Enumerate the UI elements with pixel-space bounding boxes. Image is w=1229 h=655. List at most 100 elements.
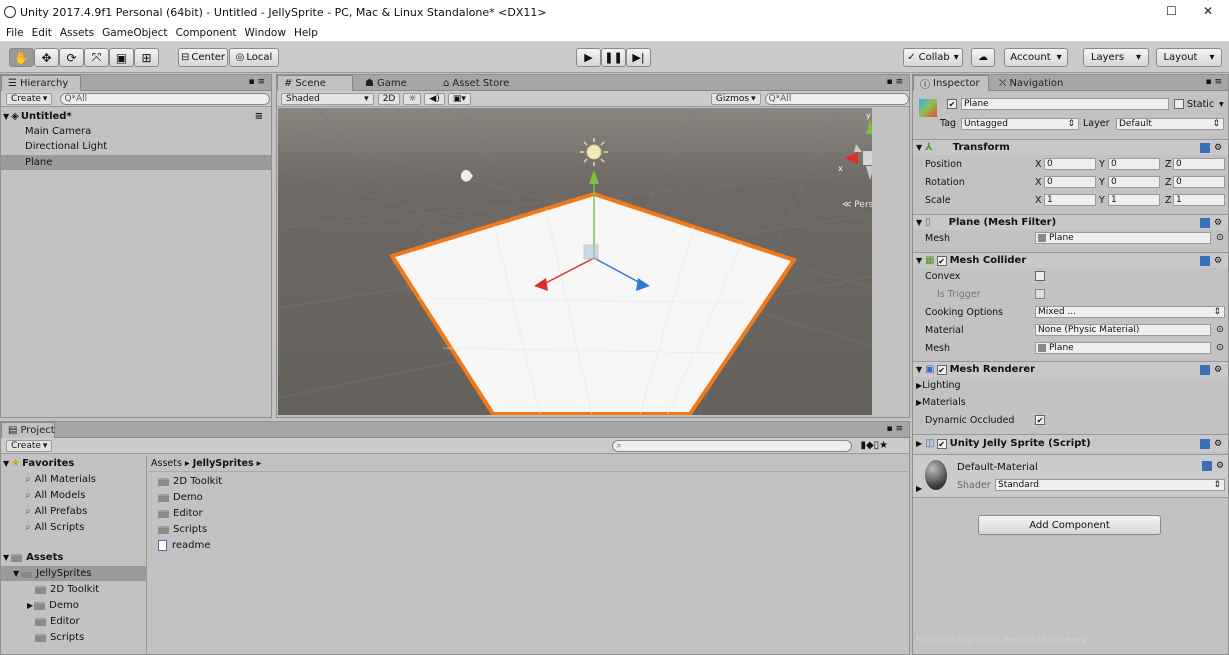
scene-menu-icon[interactable]: ≡	[255, 111, 263, 122]
favorite-all-materials[interactable]: ⌕ All Materials	[25, 472, 96, 487]
tab-navigation[interactable]: ⛌ Navigation	[993, 75, 1069, 91]
mesh-filter-header[interactable]: ▼ ▯ Plane (Mesh Filter) ⚙	[913, 214, 1228, 230]
menu-edit[interactable]: Edit	[32, 27, 52, 39]
script-enabled-checkbox[interactable]: ✔	[936, 438, 947, 449]
position-z-field[interactable]: 0	[1173, 158, 1225, 170]
panel-menu-icon[interactable]: ▪ ≡	[886, 424, 903, 434]
materials-foldout[interactable]: ▶Materials	[916, 397, 966, 408]
scene-search-input[interactable]: Q*All	[764, 92, 909, 105]
close-icon[interactable]: ✕	[1203, 4, 1213, 18]
scale-tool-button[interactable]: ⤧	[84, 48, 109, 67]
tree-item-2d-toolkit[interactable]: 2D Toolkit	[35, 582, 99, 597]
scene-viewport[interactable]: y x z ≪ Persp	[278, 108, 872, 415]
favorite-all-scripts[interactable]: ⌕ All Scripts	[25, 520, 84, 535]
lighting-foldout[interactable]: ▶Lighting	[916, 380, 961, 391]
tab-asset-store[interactable]: ⌂ Asset Store	[437, 75, 515, 91]
project-search-input[interactable]: ⌕	[612, 439, 853, 452]
help-icon[interactable]	[1200, 142, 1210, 153]
scene-root[interactable]: ▼ ◈ Untitled* ≡	[3, 109, 269, 124]
object-picker-icon[interactable]: ⊙	[1216, 342, 1224, 353]
gear-icon[interactable]: ⚙	[1214, 143, 1224, 153]
help-icon[interactable]	[1200, 217, 1210, 228]
help-icon[interactable]	[1200, 438, 1210, 449]
file-item-readme[interactable]: readme	[158, 538, 210, 553]
collab-button[interactable]: ✓ Collab ▾	[903, 48, 963, 67]
transform-tool-button[interactable]: ⊞	[134, 48, 159, 67]
persp-label[interactable]: ≪ Persp	[842, 200, 872, 210]
pivot-local-button[interactable]: ◎ Local	[229, 48, 279, 67]
expand-arrow-icon[interactable]: ▶	[916, 484, 922, 493]
transform-header[interactable]: ▼ ⅄ Transform ⚙	[913, 139, 1228, 155]
file-item-demo[interactable]: Demo	[158, 490, 203, 505]
move-tool-button[interactable]: ✥	[34, 48, 59, 67]
scale-y-field[interactable]: 1	[1108, 194, 1160, 206]
mesh-renderer-header[interactable]: ▼ ▣ ✔ Mesh Renderer ⚙	[913, 361, 1228, 377]
scale-x-field[interactable]: 1	[1044, 194, 1096, 206]
tab-project[interactable]: ▤ Project	[1, 422, 55, 438]
rotation-z-field[interactable]: 0	[1173, 176, 1225, 188]
favorite-all-prefabs[interactable]: ⌕ All Prefabs	[25, 504, 87, 519]
gear-icon[interactable]: ⚙	[1216, 461, 1226, 471]
tree-item-editor[interactable]: Editor	[35, 614, 80, 629]
rotation-x-field[interactable]: 0	[1044, 176, 1096, 188]
layers-dropdown[interactable]: Layers ▾	[1083, 48, 1149, 67]
gear-icon[interactable]: ⚙	[1214, 256, 1224, 266]
mesh-collider-enabled-checkbox[interactable]: ✔	[936, 255, 947, 266]
tab-inspector[interactable]: ⓘ Inspector	[913, 75, 989, 91]
layer-dropdown[interactable]: Default ⇕	[1116, 118, 1224, 130]
object-picker-icon[interactable]: ⊙	[1216, 232, 1224, 243]
tag-dropdown[interactable]: Untagged ⇕	[961, 118, 1079, 130]
help-icon[interactable]	[1200, 364, 1210, 375]
tree-item-jellysprites[interactable]: ▼ JellySprites	[1, 566, 146, 581]
cloud-button[interactable]: ☁	[971, 48, 995, 67]
panel-menu-icon[interactable]: ▪ ≡	[1205, 77, 1222, 87]
physic-material-field[interactable]: None (Physic Material)	[1035, 324, 1211, 336]
help-icon[interactable]	[1200, 255, 1210, 266]
collider-mesh-field[interactable]: Plane	[1035, 342, 1211, 354]
gizmos-dropdown[interactable]: Gizmos ▾	[710, 92, 761, 105]
hierarchy-item-main-camera[interactable]: Main Camera	[25, 124, 91, 139]
file-item-scripts[interactable]: Scripts	[158, 522, 207, 537]
position-x-field[interactable]: 0	[1044, 158, 1096, 170]
menu-window[interactable]: Window	[245, 27, 286, 39]
favorite-all-models[interactable]: ⌕ All Models	[25, 488, 85, 503]
account-dropdown[interactable]: Account ▾	[1004, 48, 1068, 67]
lighting-toggle[interactable]: ☼	[403, 92, 422, 105]
layout-dropdown[interactable]: Layout ▾	[1156, 48, 1222, 67]
add-component-button[interactable]: Add Component	[978, 515, 1161, 535]
menu-gameobject[interactable]: GameObject	[102, 27, 167, 39]
cooking-options-dropdown[interactable]: Mixed ... ⇕	[1035, 306, 1225, 318]
file-item-2d-toolkit[interactable]: 2D Toolkit	[158, 474, 222, 489]
mesh-renderer-enabled-checkbox[interactable]: ✔	[936, 364, 947, 375]
play-button[interactable]: ▶	[576, 48, 601, 67]
hierarchy-item-directional-light[interactable]: Directional Light	[25, 139, 107, 154]
gear-icon[interactable]: ⚙	[1214, 218, 1224, 228]
step-button[interactable]: ▶|	[626, 48, 651, 67]
is-trigger-checkbox[interactable]	[1035, 289, 1045, 299]
filter-type-icon[interactable]: ▮◆▯★	[860, 440, 888, 451]
tab-hierarchy[interactable]: ☰ Hierarchy	[1, 75, 81, 91]
breadcrumb-jellysprites[interactable]: JellySprites	[193, 458, 254, 469]
help-icon[interactable]	[1202, 461, 1212, 471]
shader-dropdown[interactable]: Standard ⇕	[995, 479, 1225, 491]
position-y-field[interactable]: 0	[1108, 158, 1160, 170]
assets-header[interactable]: ▼ Assets	[3, 550, 63, 565]
script-header[interactable]: ▶ ◫ ✔ Unity Jelly Sprite (Script) ⚙	[913, 434, 1228, 452]
mesh-field[interactable]: Plane	[1035, 232, 1211, 244]
file-item-editor[interactable]: Editor	[158, 506, 203, 521]
panel-menu-icon[interactable]: ▪ ≡	[248, 77, 265, 87]
tree-item-scripts[interactable]: Scripts	[35, 630, 84, 645]
scale-z-field[interactable]: 1	[1173, 194, 1225, 206]
shading-dropdown[interactable]: Shaded ▾	[281, 92, 374, 105]
rotate-tool-button[interactable]: ⟳	[59, 48, 84, 67]
menu-help[interactable]: Help	[294, 27, 318, 39]
project-create-dropdown[interactable]: Create ▾	[6, 439, 53, 452]
panel-menu-icon[interactable]: ▪ ≡	[886, 77, 903, 87]
menu-component[interactable]: Component	[176, 27, 237, 39]
tab-scene[interactable]: # Scene	[277, 75, 353, 91]
gear-icon[interactable]: ⚙	[1214, 439, 1224, 449]
menu-file[interactable]: File	[6, 27, 24, 39]
hand-tool-button[interactable]: ✋	[9, 48, 34, 67]
menu-assets[interactable]: Assets	[60, 27, 94, 39]
gear-icon[interactable]: ⚙	[1214, 365, 1224, 375]
